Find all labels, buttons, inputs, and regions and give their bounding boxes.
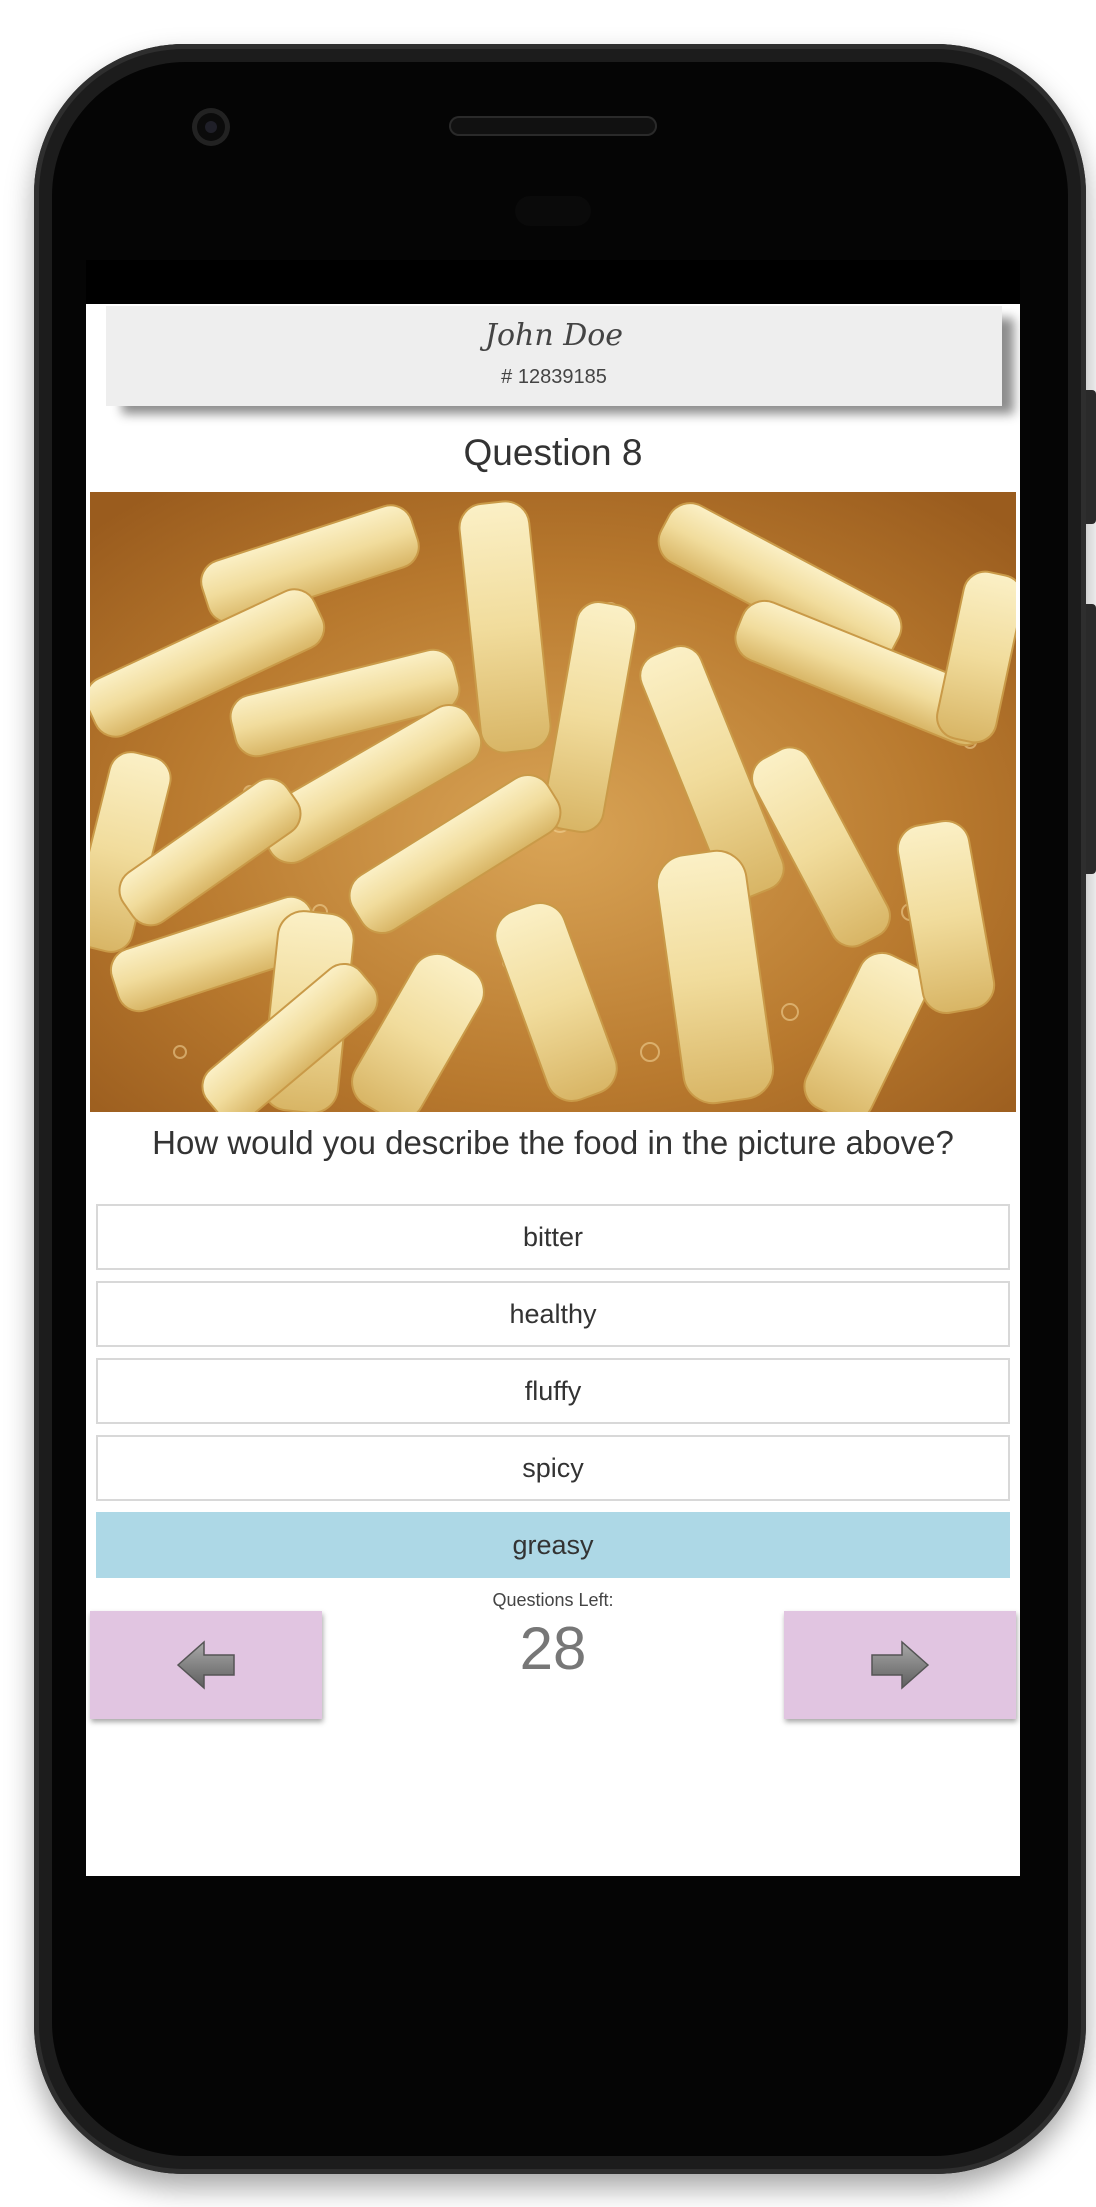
quiz-app: John Doe # 12839185 Question 8 How would… — [86, 304, 1020, 1876]
fries-illustration — [90, 492, 1016, 1112]
earpiece-speaker — [449, 116, 657, 136]
option-healthy[interactable]: healthy — [96, 1281, 1010, 1347]
option-bitter[interactable]: bitter — [96, 1204, 1010, 1270]
power-button — [1086, 390, 1096, 524]
questions-left-label: Questions Left: — [492, 1590, 614, 1610]
user-card: John Doe # 12839185 — [106, 306, 1002, 406]
front-camera — [192, 108, 230, 146]
question-text: How would you describe the food in the p… — [152, 1124, 954, 1161]
user-name: John Doe — [484, 318, 624, 353]
option-spicy[interactable]: spicy — [96, 1435, 1010, 1501]
user-id: # 12839185 — [501, 366, 607, 388]
volume-button — [1086, 604, 1096, 874]
food-photo — [90, 492, 1016, 1112]
question-title: Question 8 — [463, 432, 643, 473]
answer-options: bitter healthy fluffy spicy greasy — [96, 1204, 1010, 1589]
option-fluffy[interactable]: fluffy — [96, 1358, 1010, 1424]
option-greasy[interactable]: greasy — [96, 1512, 1010, 1578]
arrow-right-icon — [871, 1640, 930, 1690]
phone-screen: John Doe # 12839185 Question 8 How would… — [86, 260, 1020, 1876]
proximity-sensor — [515, 196, 591, 226]
next-button[interactable] — [784, 1611, 1016, 1719]
